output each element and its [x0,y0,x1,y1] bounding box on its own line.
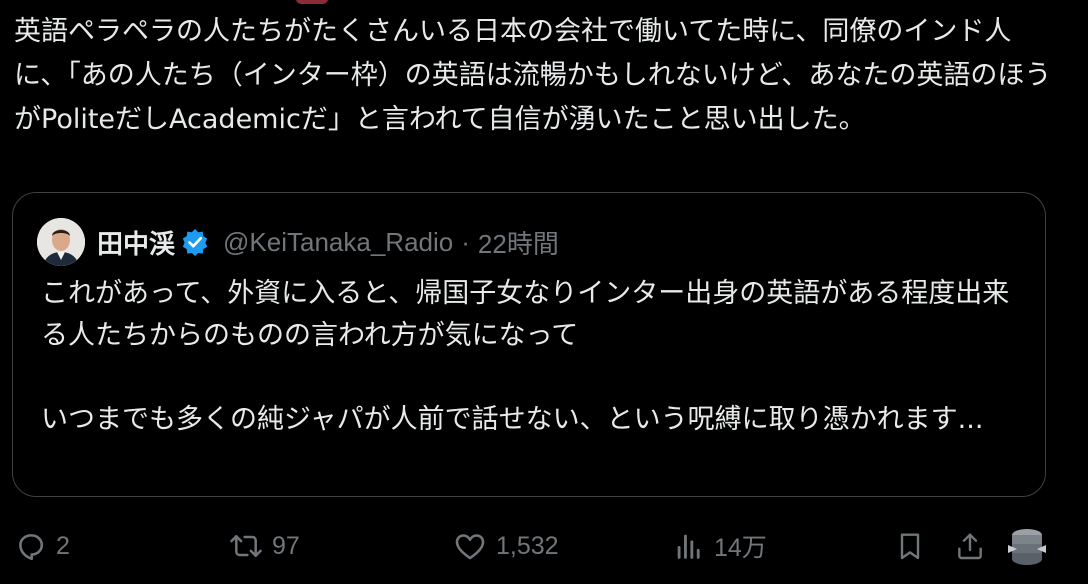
heart-icon [452,529,488,563]
like-count: 1,532 [496,531,559,560]
quoted-tweet-header: 田中渓 @KeiTanaka_Radio · 22時間 [97,220,559,264]
author-name[interactable]: 田中渓 [97,224,175,261]
author-handle[interactable]: @KeiTanaka_Radio [223,227,453,258]
repost-icon [228,529,264,563]
share-icon [954,529,986,563]
repost-count: 97 [272,531,300,560]
like-button[interactable]: 1,532 [452,524,559,568]
reply-icon [14,529,48,563]
repost-button[interactable]: 97 [228,524,300,568]
quoted-tweet-card[interactable]: 田中渓 @KeiTanaka_Radio · 22時間 これがあって、外資に入る… [12,192,1046,497]
avatar[interactable] [37,218,85,266]
share-button[interactable] [954,524,986,568]
post-time[interactable]: 22時間 [478,224,559,261]
reply-button[interactable]: 2 [14,524,70,568]
bookmark-button[interactable] [894,524,926,568]
stack-icon [1004,523,1050,569]
header-separator: · [461,226,470,257]
bookmark-icon [894,529,926,563]
quoted-tweet-text: これがあって、外資に入ると、帰国子女なりインター出身の英語がある程度出来る人たち… [41,278,1010,435]
views-button[interactable]: 14万 [672,524,767,568]
verified-badge-icon [181,228,209,256]
tweet-text: 英語ペラペラの人たちがたくさんいる日本の会社で働いてた時に、同僚のインド人に、「… [14,16,1052,135]
reply-count: 2 [56,531,70,560]
previous-avatar-edge [296,0,328,4]
views-icon [672,529,706,563]
view-count: 14万 [714,534,767,562]
extension-button[interactable] [1004,524,1050,568]
